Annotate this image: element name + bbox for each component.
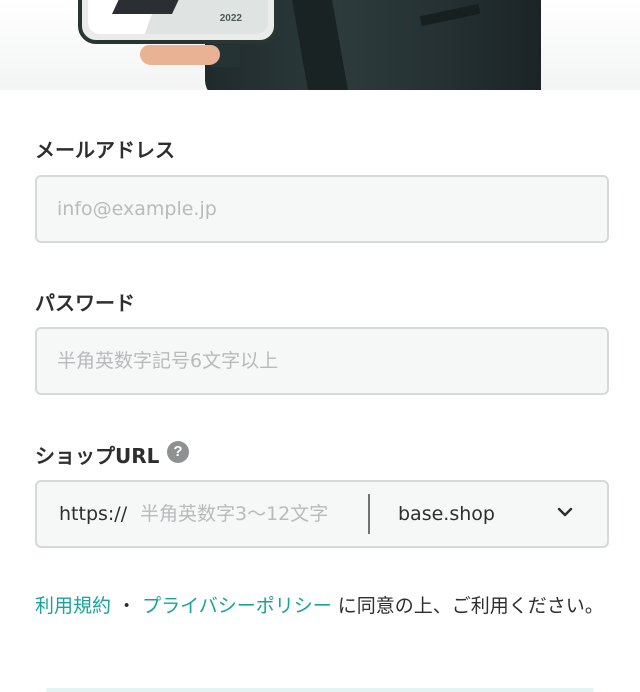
email-field-box (35, 175, 609, 243)
url-divider (368, 494, 370, 534)
domain-select[interactable]: base.shop (371, 482, 607, 546)
agreement-text: 利用規約 ・ プライバシーポリシー に同意の上、ご利用ください。 (35, 590, 609, 622)
shop-url-field-box: https:// base.shop (35, 480, 609, 548)
chevron-down-icon (557, 507, 573, 517)
email-label: メールアドレス (35, 138, 175, 162)
agreement-suffix: に同意の上、ご利用ください。 (337, 595, 604, 617)
password-field[interactable] (57, 329, 577, 393)
next-section-edge (46, 688, 594, 692)
hand-illustration (140, 45, 220, 65)
domain-value: base.shop (398, 503, 495, 525)
privacy-policy-link[interactable]: プライバシーポリシー (142, 595, 332, 617)
terms-link[interactable]: 利用規約 (35, 595, 111, 617)
password-label: パスワード (35, 291, 135, 315)
help-icon[interactable]: ? (167, 441, 189, 463)
phone-illustration: 2022 (78, 0, 278, 44)
url-prefix: https:// (59, 503, 128, 525)
phone-year-text: 2022 (219, 13, 242, 24)
shop-url-label: ショップURL (35, 444, 160, 468)
hero-image: 2022 (0, 0, 640, 90)
password-field-box (35, 327, 609, 395)
email-field[interactable] (57, 177, 577, 241)
agreement-separator: ・ (117, 595, 137, 617)
shop-url-input[interactable] (140, 482, 360, 546)
